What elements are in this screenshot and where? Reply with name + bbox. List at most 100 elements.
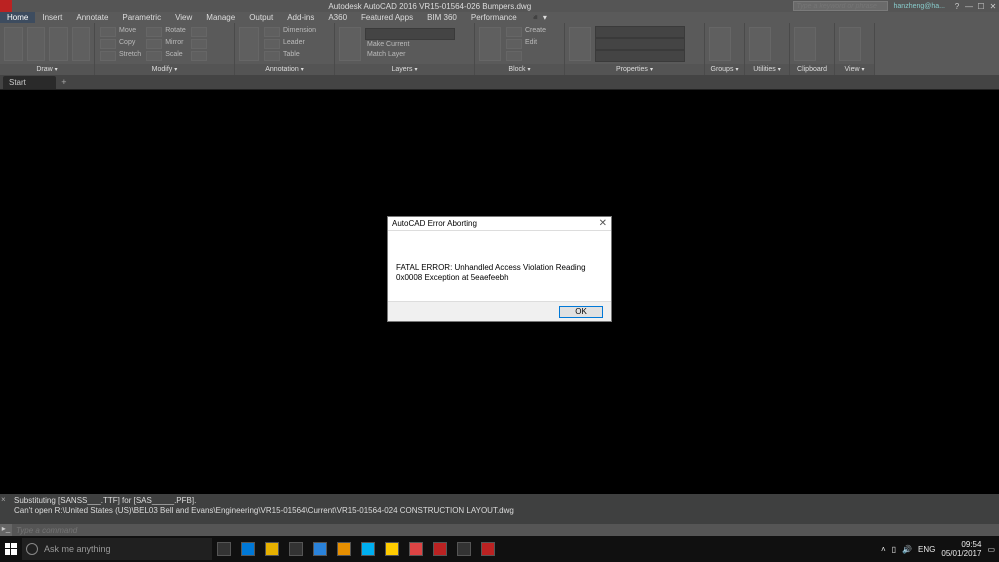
scale-button[interactable] bbox=[146, 51, 162, 61]
lineweight-dropdown[interactable] bbox=[595, 38, 685, 50]
group-button[interactable] bbox=[709, 27, 731, 61]
tab-performance[interactable]: Performance bbox=[464, 12, 524, 23]
taskbar-app-5[interactable] bbox=[333, 538, 355, 560]
edit-attr-button[interactable] bbox=[506, 51, 522, 61]
maximize-button[interactable]: ☐ bbox=[975, 2, 987, 11]
tray-lang[interactable]: ENG bbox=[918, 545, 935, 554]
command-input[interactable] bbox=[12, 526, 999, 535]
tab-manage[interactable]: Manage bbox=[199, 12, 242, 23]
tab-extra[interactable]: ◾ ▾ bbox=[524, 12, 554, 23]
circle-button[interactable] bbox=[49, 27, 68, 61]
panel-label-draw[interactable]: Draw bbox=[0, 64, 94, 75]
file-tab-start[interactable]: Start bbox=[3, 76, 56, 89]
paste-button[interactable] bbox=[794, 27, 816, 61]
panel-layers: Make Current Match Layer Layers bbox=[335, 23, 475, 75]
close-history-icon[interactable]: × bbox=[1, 495, 6, 505]
stretch-button[interactable] bbox=[100, 51, 116, 61]
new-tab-button[interactable]: + bbox=[56, 76, 72, 89]
panel-label-layers[interactable]: Layers bbox=[335, 64, 474, 75]
arc-button[interactable] bbox=[72, 27, 91, 61]
tab-a360[interactable]: A360 bbox=[321, 12, 354, 23]
cortana-search[interactable]: Ask me anything bbox=[22, 538, 212, 560]
cmd-hist-line-1: Substituting [SANSS___.TTF] for [SAS____… bbox=[14, 496, 995, 506]
taskbar-app-2[interactable] bbox=[261, 538, 283, 560]
match-properties-button[interactable] bbox=[569, 27, 591, 61]
close-button[interactable]: ✕ bbox=[987, 2, 999, 11]
base-view-button[interactable] bbox=[839, 27, 861, 61]
tray-clock[interactable]: 09:54 05/01/2017 bbox=[941, 540, 981, 558]
panel-label-modify[interactable]: Modify bbox=[95, 64, 234, 75]
tray-notifications-icon[interactable]: ▭ bbox=[987, 545, 995, 554]
error-dialog: AutoCAD Error Aborting ✕ FATAL ERROR: Un… bbox=[387, 216, 612, 322]
ribbon-tabs: Home Insert Annotate Parametric View Man… bbox=[0, 12, 999, 23]
linetype-dropdown[interactable] bbox=[595, 50, 685, 62]
tab-insert[interactable]: Insert bbox=[35, 12, 69, 23]
insert-block-button[interactable] bbox=[479, 27, 501, 61]
dimension-button[interactable] bbox=[264, 27, 280, 37]
color-dropdown[interactable] bbox=[595, 26, 685, 38]
panel-label-view[interactable]: View bbox=[835, 64, 874, 75]
panel-label-clipboard[interactable]: Clipboard bbox=[790, 64, 834, 75]
windows-logo-icon bbox=[5, 543, 17, 555]
panel-label-block[interactable]: Block bbox=[475, 64, 564, 75]
tab-annotate[interactable]: Annotate bbox=[69, 12, 115, 23]
polyline-button[interactable] bbox=[27, 27, 46, 61]
tab-bim360[interactable]: BIM 360 bbox=[420, 12, 464, 23]
array-button[interactable] bbox=[191, 51, 207, 61]
taskbar-app-9[interactable] bbox=[429, 538, 451, 560]
move-button[interactable] bbox=[100, 27, 116, 37]
tray-chevron-icon[interactable]: ˄ bbox=[881, 545, 886, 554]
command-line: ▸_ bbox=[0, 524, 999, 536]
leader-button[interactable] bbox=[264, 39, 280, 49]
rotate-button[interactable] bbox=[146, 27, 162, 37]
panel-annotation: Dimension Leader Table Annotation bbox=[235, 23, 335, 75]
tab-home[interactable]: Home bbox=[0, 12, 35, 23]
measure-button[interactable] bbox=[749, 27, 771, 61]
edit-block-button[interactable] bbox=[506, 39, 522, 49]
tab-featured-apps[interactable]: Featured Apps bbox=[354, 12, 420, 23]
taskbar-app-6[interactable] bbox=[357, 538, 379, 560]
tray-network-icon[interactable]: ▯ bbox=[892, 545, 896, 554]
panel-label-annotation[interactable]: Annotation bbox=[235, 64, 334, 75]
tab-addins[interactable]: Add-ins bbox=[280, 12, 321, 23]
tab-view[interactable]: View bbox=[168, 12, 199, 23]
taskbar-app-7[interactable] bbox=[381, 538, 403, 560]
help-search-input[interactable] bbox=[793, 1, 888, 11]
taskbar-app-1[interactable] bbox=[237, 538, 259, 560]
copy-button[interactable] bbox=[100, 39, 116, 49]
start-button[interactable] bbox=[0, 538, 22, 560]
taskbar-app-3[interactable] bbox=[285, 538, 307, 560]
layer-dropdown[interactable] bbox=[365, 28, 455, 40]
tab-output[interactable]: Output bbox=[242, 12, 280, 23]
system-tray: ˄ ▯ 🔊 ENG 09:54 05/01/2017 ▭ bbox=[881, 540, 999, 558]
help-icon[interactable]: ? bbox=[951, 2, 963, 11]
dialog-titlebar[interactable]: AutoCAD Error Aborting ✕ bbox=[388, 217, 611, 231]
taskbar-app-11[interactable] bbox=[477, 538, 499, 560]
mirror-button[interactable] bbox=[146, 39, 162, 49]
taskbar-app-8[interactable] bbox=[405, 538, 427, 560]
tray-volume-icon[interactable]: 🔊 bbox=[902, 545, 912, 554]
minimize-button[interactable]: — bbox=[963, 2, 975, 11]
task-view-button[interactable] bbox=[213, 538, 235, 560]
dialog-close-icon[interactable]: ✕ bbox=[599, 218, 607, 229]
line-button[interactable] bbox=[4, 27, 23, 61]
panel-modify: Move Copy Stretch Rotate Mirror Scale Mo… bbox=[95, 23, 235, 75]
ok-button[interactable]: OK bbox=[559, 306, 603, 318]
text-button[interactable] bbox=[239, 27, 259, 61]
trim-button[interactable] bbox=[191, 27, 207, 37]
layer-properties-button[interactable] bbox=[339, 27, 361, 61]
panel-label-groups[interactable]: Groups bbox=[705, 64, 744, 75]
taskbar-app-10[interactable] bbox=[453, 538, 475, 560]
table-button[interactable] bbox=[264, 51, 280, 61]
cmd-hist-line-2: Can't open R:\United States (US)\BEL03 B… bbox=[14, 506, 995, 516]
dialog-title: AutoCAD Error Aborting bbox=[392, 219, 599, 228]
signin-user[interactable]: hanzheng@ha... bbox=[894, 3, 945, 10]
panel-label-utilities[interactable]: Utilities bbox=[745, 64, 789, 75]
create-block-button[interactable] bbox=[506, 27, 522, 37]
windows-taskbar: Ask me anything ˄ ▯ 🔊 ENG 09:54 05/01/20… bbox=[0, 536, 999, 562]
tab-parametric[interactable]: Parametric bbox=[115, 12, 168, 23]
fillet-button[interactable] bbox=[191, 39, 207, 49]
command-grip-icon[interactable]: ▸_ bbox=[0, 524, 12, 536]
panel-label-properties[interactable]: Properties bbox=[565, 64, 704, 75]
taskbar-app-4[interactable] bbox=[309, 538, 331, 560]
